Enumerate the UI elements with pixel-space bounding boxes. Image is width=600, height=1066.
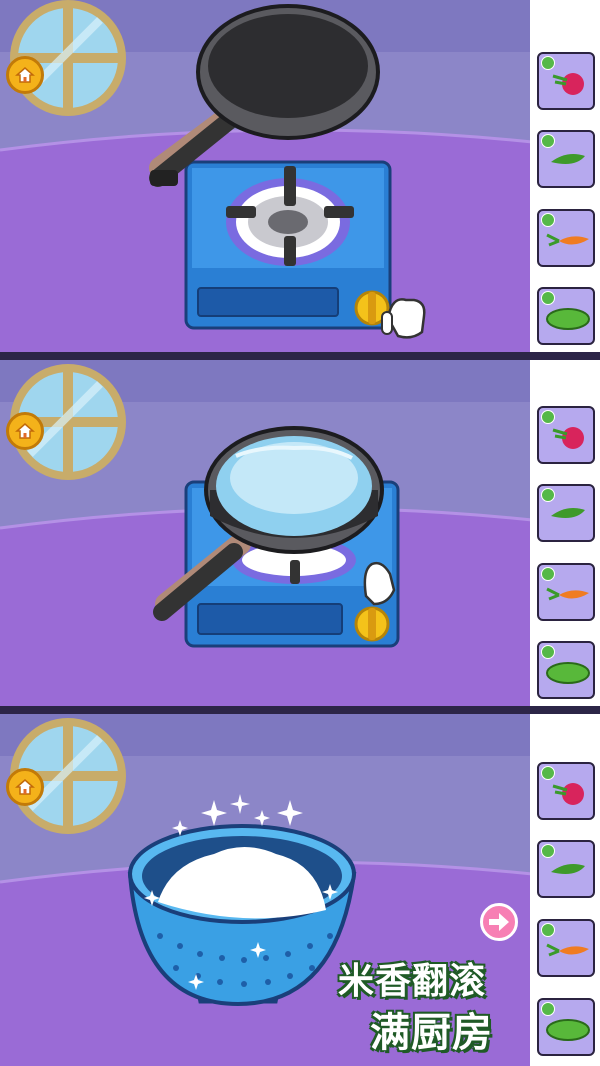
kitchen-scene — [0, 714, 600, 1066]
ingredient-sidebar — [530, 0, 600, 352]
ingredient-cucumber[interactable] — [537, 287, 595, 345]
arrow-right-icon — [489, 913, 509, 931]
home-icon — [15, 67, 35, 83]
ingredient-carrot[interactable] — [537, 209, 595, 267]
ingredient-sidebar — [530, 714, 600, 1066]
ingredient-green-pepper[interactable] — [537, 840, 595, 898]
ingredient-cucumber[interactable] — [537, 641, 595, 699]
panel-divider — [0, 706, 600, 714]
checkmark-icon — [541, 410, 555, 424]
checkmark-icon — [541, 645, 555, 659]
checkmark-icon — [541, 56, 555, 70]
checkmark-icon — [541, 213, 555, 227]
checkmark-icon — [541, 1002, 555, 1016]
checkmark-icon — [541, 567, 555, 581]
home-icon — [15, 779, 35, 795]
next-step-button[interactable] — [480, 903, 518, 941]
home-button[interactable] — [6, 768, 44, 806]
ingredient-sidebar — [530, 360, 600, 706]
checkmark-icon — [541, 488, 555, 502]
cooking-panel-drain — [0, 714, 600, 1066]
ingredient-carrot[interactable] — [537, 563, 595, 621]
checkmark-icon — [541, 923, 555, 937]
ingredient-radish[interactable] — [537, 52, 595, 110]
ingredient-radish[interactable] — [537, 762, 595, 820]
checkmark-icon — [541, 134, 555, 148]
ingredient-green-pepper[interactable] — [537, 130, 595, 188]
home-button[interactable] — [6, 56, 44, 94]
ingredient-cucumber[interactable] — [537, 998, 595, 1056]
home-button[interactable] — [6, 412, 44, 450]
ingredient-green-pepper[interactable] — [537, 484, 595, 542]
slogan-line-1: 米香翻滚 — [337, 960, 487, 1003]
home-icon — [15, 423, 35, 439]
checkmark-icon — [541, 844, 555, 858]
checkmark-icon — [541, 291, 555, 305]
cooking-panel-stove — [0, 0, 600, 352]
gas-stove[interactable] — [184, 160, 392, 330]
cooking-panel-boil — [0, 360, 600, 706]
slogan-line-2: 满厨房 — [369, 1009, 493, 1057]
kitchen-scene — [0, 360, 600, 706]
ingredient-carrot[interactable] — [537, 919, 595, 977]
checkmark-icon — [541, 766, 555, 780]
ingredient-radish[interactable] — [537, 406, 595, 464]
panel-divider — [0, 352, 600, 360]
kitchen-scene — [0, 0, 600, 352]
